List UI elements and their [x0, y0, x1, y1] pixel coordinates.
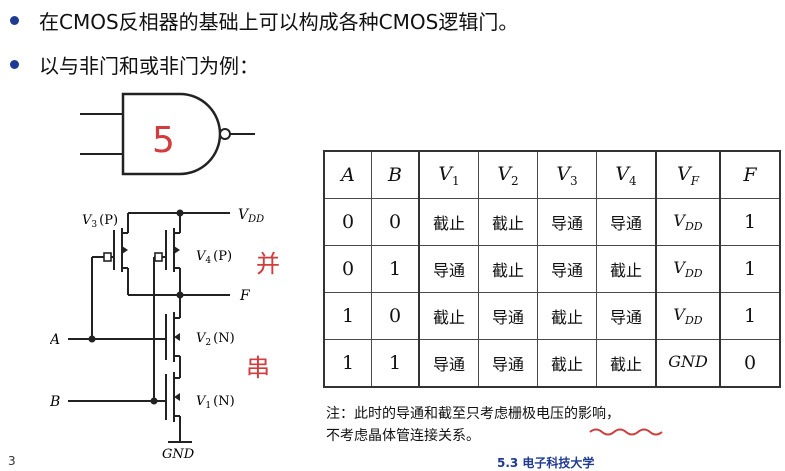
vdd-label: VDD	[238, 207, 264, 225]
table-row: 0 0 截止 截止 导通 导通 VDD 1	[323, 198, 781, 246]
cell-vf: VDD	[655, 198, 721, 246]
cell-vf: VDD	[655, 292, 721, 340]
gnd-label: GND	[162, 447, 195, 462]
cell-v3: 截止	[537, 292, 597, 340]
parallel-annotation: 并	[256, 250, 280, 278]
cell-v4: 导通	[596, 198, 657, 246]
cell-b: 0	[371, 198, 420, 246]
v1-label: V1 (N)	[196, 394, 235, 411]
output-f-label: F	[239, 288, 251, 304]
header-v4: V4	[596, 150, 657, 199]
cell-a: 1	[323, 292, 372, 340]
page-number: 3	[8, 454, 16, 468]
header-v1: V1	[418, 150, 479, 199]
bullet-1: 在CMOS反相器的基础上可以构成各种CMOS逻辑门。	[10, 6, 518, 35]
cell-f: 0	[719, 339, 781, 388]
cell-f: 1	[719, 245, 781, 293]
cell-b: 1	[371, 339, 420, 388]
cell-b: 1	[371, 245, 420, 293]
cell-v3: 截止	[537, 339, 597, 388]
bullet-dot	[10, 16, 19, 25]
cell-v1: 导通	[418, 339, 479, 388]
bullet-2-text: 以与非门和或非门为例：	[39, 54, 259, 78]
cell-a: 1	[323, 339, 372, 388]
cell-f: 1	[719, 198, 781, 246]
bullet-2: 以与非门和或非门为例：	[10, 50, 259, 79]
cell-v3: 导通	[537, 245, 597, 293]
cell-v4: 截止	[596, 339, 657, 388]
cell-v2: 导通	[478, 292, 538, 340]
cell-v4: 截止	[596, 245, 657, 293]
footnote-line-1: 注：此时的导通和截至只考虑栅极电压的影响，	[326, 406, 620, 422]
table-header-row: A B V1 V2 V3 V4 VF F	[323, 150, 781, 199]
header-a: A	[323, 150, 372, 199]
cell-b: 0	[371, 292, 420, 340]
header-b: B	[371, 150, 420, 199]
bullet-dot	[10, 60, 19, 69]
v3-label: V3 (P)	[82, 213, 118, 230]
gate-annotation: 5	[152, 120, 175, 161]
cell-v2: 截止	[478, 198, 538, 246]
cell-v2: 截止	[478, 245, 538, 293]
nand-gate-symbol: 5	[80, 92, 255, 176]
table-row: 1 0 截止 导通 截止 导通 VDD 1	[323, 292, 781, 340]
table-row: 0 1 导通 截止 导通 截止 VDD 1	[323, 245, 781, 293]
handwritten-underline	[589, 428, 663, 436]
truth-table: A B V1 V2 V3 V4 VF F 0 0 截止 截止 导通 导通 VDD…	[323, 150, 781, 388]
table-row: 1 1 导通 导通 截止 截止 GND 0	[323, 339, 781, 388]
footnote: 注：此时的导通和截至只考虑栅极电压的影响， 不考虑晶体管连接关系。	[326, 403, 620, 447]
footnote-line-2: 不考虑晶体管连接关系。	[326, 428, 480, 444]
v2-label: V2 (N)	[196, 331, 235, 348]
cell-v3: 导通	[537, 198, 597, 246]
input-a-label: A	[50, 332, 60, 348]
cell-a: 0	[323, 245, 372, 293]
header-vf: VF	[655, 150, 721, 199]
cell-vf: GND	[655, 339, 721, 388]
v4-label: V4 (P)	[196, 249, 232, 266]
cell-v1: 截止	[418, 198, 479, 246]
series-annotation: 串	[246, 354, 270, 382]
footer-text: 5.3 电子科技大学	[497, 456, 595, 470]
header-v2: V2	[478, 150, 538, 199]
cell-v4: 导通	[596, 292, 657, 340]
cell-v2: 导通	[478, 339, 538, 388]
header-v3: V3	[537, 150, 597, 199]
cell-v1: 截止	[418, 292, 479, 340]
input-b-label: B	[50, 394, 60, 410]
header-f: F	[719, 150, 781, 199]
cell-a: 0	[323, 198, 372, 246]
cell-v1: 导通	[418, 245, 479, 293]
cell-vf: VDD	[655, 245, 721, 293]
cmos-nand-circuit: VDD F A B GND V3 (P) V4 (P) V2 (N) V1 (N) 并 …	[50, 207, 280, 462]
cell-f: 1	[719, 292, 781, 340]
bullet-1-text: 在CMOS反相器的基础上可以构成各种CMOS逻辑门。	[39, 10, 519, 34]
